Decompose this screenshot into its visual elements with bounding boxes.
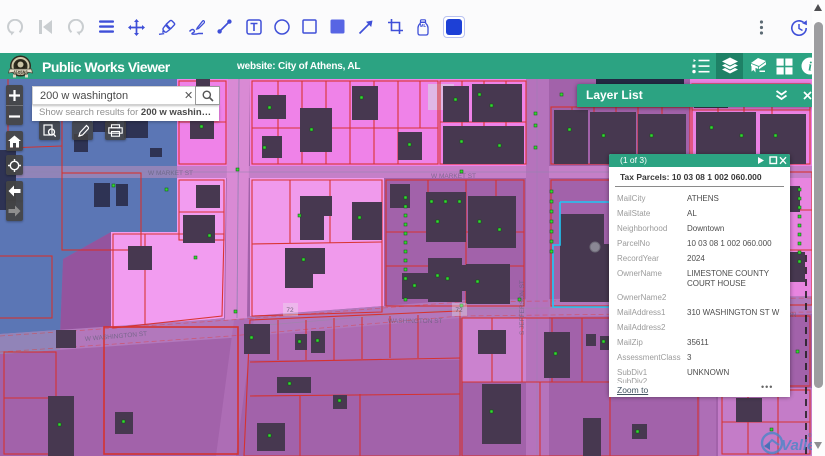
svg-text:72: 72 (455, 307, 463, 314)
svg-text:ATHENS: ATHENS (13, 70, 28, 74)
svg-text:ML: ML (420, 23, 427, 28)
svg-text:S JEFFERSON ST: S JEFFERSON ST (519, 280, 526, 335)
svg-text:WASHINGTON ST: WASHINGTON ST (388, 318, 443, 325)
svg-text:W MARKET ST: W MARKET ST (148, 170, 193, 177)
svg-text:72: 72 (286, 307, 294, 314)
svg-text:W MARKET ST: W MARKET ST (431, 173, 476, 180)
